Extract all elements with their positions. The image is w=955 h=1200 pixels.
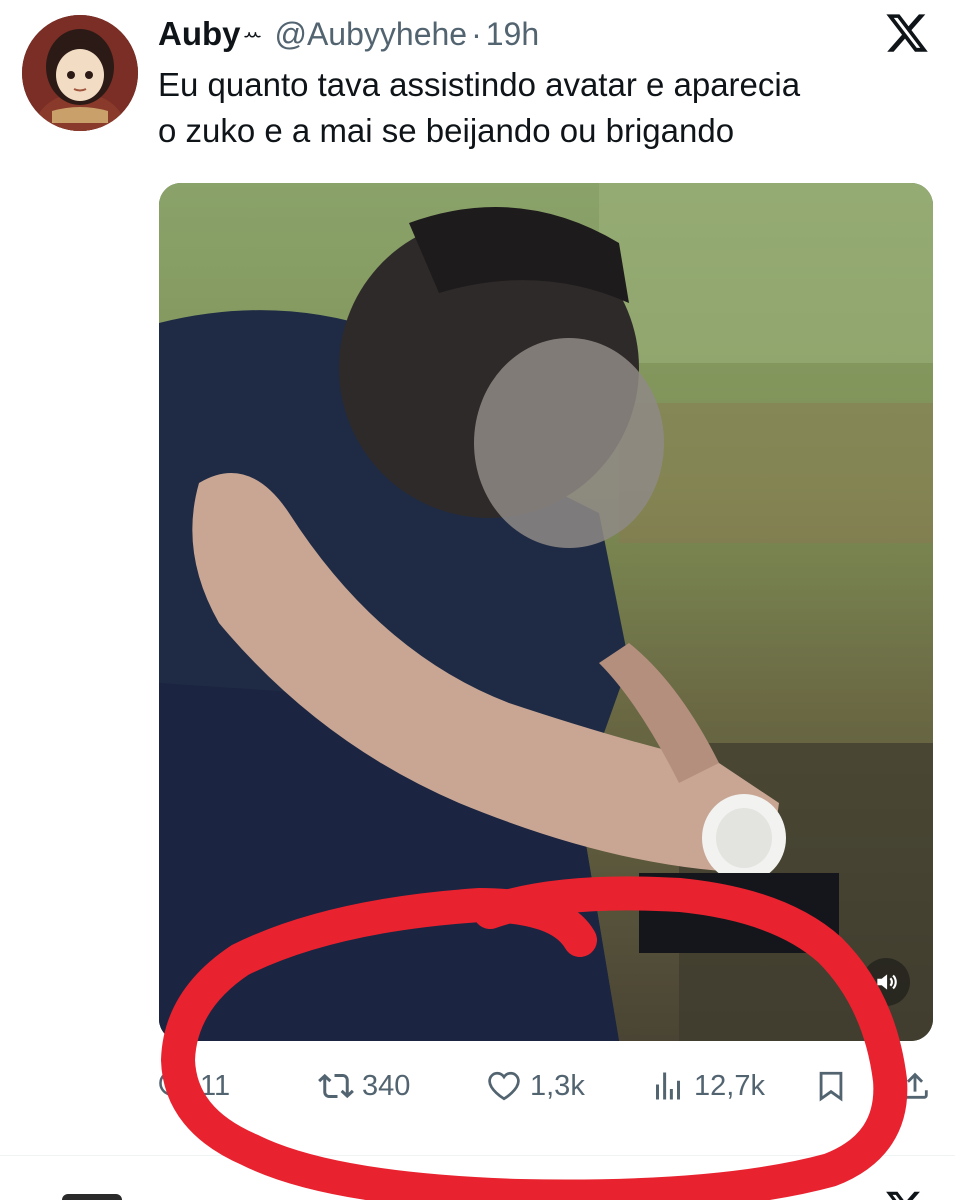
tweet-timestamp[interactable]: 19h: [486, 16, 539, 53]
author-display-name[interactable]: Auby: [158, 15, 241, 53]
tweet-header: Auby ꕀ @Aubyyhehe · 19h: [158, 12, 539, 56]
author-name-emoji: ꕀ: [242, 21, 263, 46]
retweet-icon: [318, 1073, 354, 1099]
views-icon: [656, 1072, 680, 1100]
header-separator: ·: [471, 15, 482, 52]
reply-count: 11: [200, 1069, 231, 1102]
tweet-text: Eu quanto tava assistindo avatar e apare…: [158, 62, 938, 154]
reply-icon: [159, 1070, 191, 1102]
like-button[interactable]: 1,3k: [486, 1058, 585, 1114]
author-handle[interactable]: @Aubyyhehe: [274, 16, 467, 53]
mute-toggle-button[interactable]: [862, 958, 910, 1006]
avatar-image: [22, 15, 138, 131]
share-icon: [902, 1072, 928, 1099]
speaker-icon: [877, 974, 897, 990]
views-count: 12,7k: [694, 1069, 765, 1102]
heart-icon: [488, 1071, 520, 1101]
tweet-divider: [0, 1155, 955, 1156]
bookmark-icon: [819, 1071, 843, 1102]
retweet-button[interactable]: 340: [318, 1058, 410, 1114]
next-tweet-x-logo-icon: [884, 1188, 924, 1200]
next-tweet-avatar[interactable]: [62, 1194, 122, 1200]
retweet-count: 340: [362, 1069, 411, 1102]
like-count: 1,3k: [530, 1069, 585, 1102]
tweet-text-line: Eu quanto tava assistindo avatar e apare…: [158, 66, 801, 103]
reply-button[interactable]: 11: [158, 1058, 230, 1114]
video-frame: [159, 183, 933, 1041]
views-button[interactable]: 12,7k: [650, 1058, 765, 1114]
tweet-video[interactable]: [159, 183, 933, 1041]
share-button[interactable]: [898, 1058, 932, 1114]
tweet-text-line: o zuko e a mai se beijando ou brigando: [158, 112, 735, 149]
avatar[interactable]: [22, 15, 138, 131]
bookmark-button[interactable]: [814, 1058, 848, 1114]
tweet-action-bar: 11 340 1,3k 12,7k: [158, 1058, 938, 1114]
x-logo-icon: [884, 10, 930, 56]
